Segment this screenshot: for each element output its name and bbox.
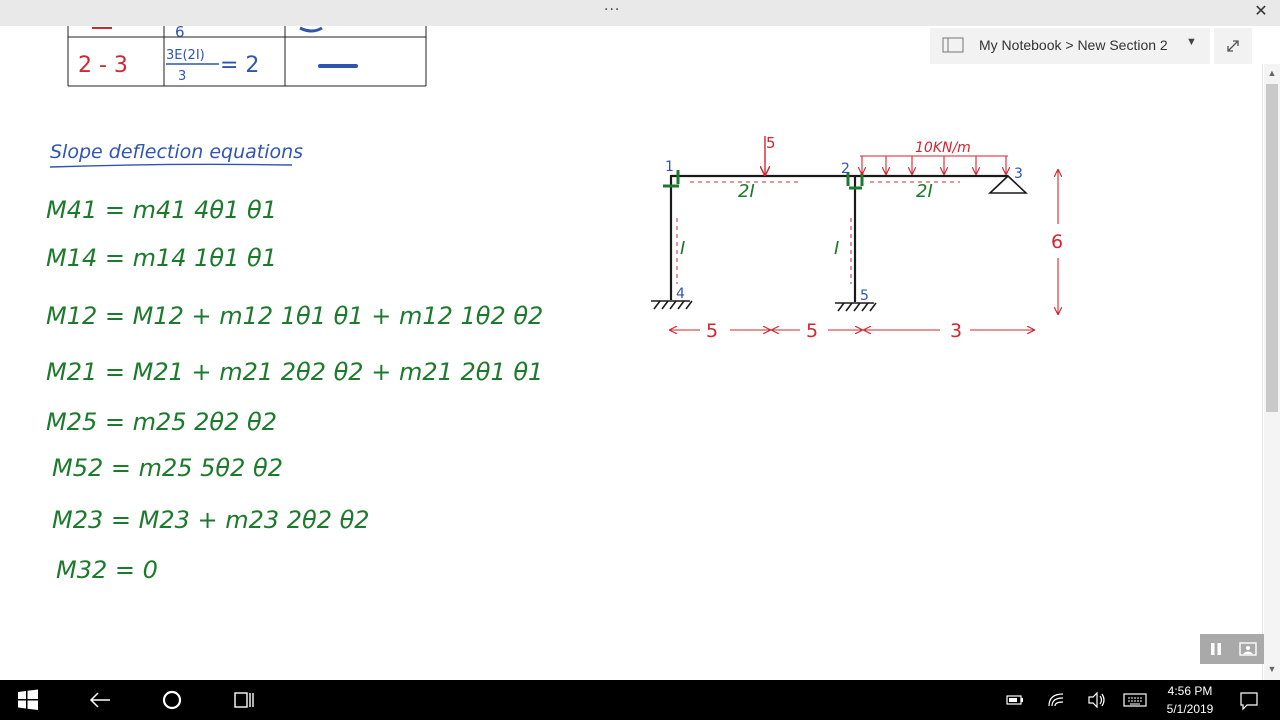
pane-divider (1262, 64, 1263, 680)
action-center-button[interactable] (1234, 680, 1264, 720)
notification-icon (1240, 692, 1258, 711)
windows-taskbar (0, 680, 1280, 720)
keyboard-status[interactable] (1120, 680, 1150, 720)
cortana-circle-icon (162, 690, 182, 710)
network-status[interactable] (1044, 680, 1070, 720)
clock-time[interactable]: 4:56 PM (1166, 684, 1214, 698)
joint-label: 2 (841, 161, 850, 177)
scroll-up-icon[interactable]: ▲ (1264, 64, 1280, 82)
cortana-button[interactable] (152, 680, 192, 720)
scrollbar-thumb[interactable] (1266, 84, 1278, 412)
table-formula-denominator: 3 (178, 69, 186, 84)
picture-button[interactable] (1233, 634, 1263, 664)
udl-label: 10KN/m (915, 140, 971, 156)
battery-status[interactable] (1002, 680, 1028, 720)
height-label: 6 (1051, 231, 1063, 253)
volume-status[interactable] (1084, 680, 1110, 720)
column-25-inertia: I (834, 238, 839, 259)
joint-label: 4 (676, 286, 685, 302)
pause-button[interactable] (1201, 634, 1231, 664)
start-button[interactable] (8, 680, 48, 720)
equation-line: M14 = m14 1θ1 θ1 (46, 244, 277, 272)
task-view-icon (234, 692, 254, 708)
joint-labels: 1 2 3 4 5 (665, 159, 1023, 304)
equation-line: M21 = M21 + m21 2θ2 θ2 + m21 2θ1 θ1 (46, 358, 543, 386)
fixed-support-4 (651, 300, 693, 310)
equation-list: M41 = m41 4θ1 θ1 M14 = m14 1θ1 θ1 M12 = … (46, 196, 543, 584)
battery-icon (1006, 695, 1023, 705)
span-label: 5 (806, 320, 818, 342)
wifi-icon (1048, 693, 1064, 707)
table-prev-blue-mark (299, 26, 323, 33)
keyboard-icon (1123, 693, 1147, 707)
equation-line: M23 = M23 + m23 2θ2 θ2 (52, 506, 370, 534)
back-arrow-icon (89, 692, 110, 708)
more-options-icon[interactable]: ··· (604, 2, 620, 18)
equation-line: M12 = M12 + m12 1θ1 θ1 + m12 1θ2 θ2 (46, 302, 543, 330)
equation-line: M32 = 0 (56, 556, 158, 584)
joint-label: 1 (665, 159, 674, 175)
table-member-label: 2 - 3 (78, 53, 128, 78)
windows-logo-icon (18, 689, 38, 710)
scroll-down-icon[interactable]: ▼ (1264, 660, 1280, 678)
note-canvas[interactable]: 6 2 - 3 3E(2I) 3 = 2 Slope deflection eq… (0, 26, 1262, 680)
beam-23-inertia: 2I (916, 181, 933, 202)
joint-label: 5 (860, 288, 869, 304)
clock-date[interactable]: 5/1/2019 (1160, 702, 1220, 716)
inertia-labels: 2I 2I I I (680, 181, 933, 259)
span-label: 3 (950, 320, 962, 342)
joint-label: 3 (1014, 166, 1023, 182)
equation-line: M25 = m25 2θ2 θ2 (46, 408, 277, 436)
task-view-button[interactable] (224, 680, 264, 720)
notes-heading: Slope deflection equations (50, 141, 303, 163)
notes-heading-underline (49, 163, 293, 168)
joint-markers (663, 170, 864, 190)
beam-12-inertia: 2I (738, 181, 755, 202)
media-control-panel (1200, 634, 1264, 664)
fixed-support-5 (835, 302, 877, 312)
picture-icon (1239, 642, 1257, 656)
window-title-bar: ··· ✕ (0, 0, 1280, 26)
close-icon[interactable]: ✕ (1248, 0, 1274, 24)
point-load-label: 5 (766, 134, 776, 152)
back-button[interactable] (80, 680, 120, 720)
span-label: 5 (706, 320, 718, 342)
equation-line: M52 = m25 5θ2 θ2 (52, 454, 283, 482)
speaker-icon (1088, 691, 1105, 709)
column-14-inertia: I (680, 238, 685, 259)
table-formula-numerator: 3E(2I) (166, 48, 205, 63)
table-prev-value: 6 (175, 26, 185, 41)
udl-arrows (860, 155, 1008, 174)
equation-line: M41 = m41 4θ1 θ1 (46, 196, 277, 224)
span-labels: 5 5 3 (706, 320, 962, 342)
pause-icon (1211, 643, 1221, 655)
table-formula-result: = 2 (220, 53, 259, 78)
frame-diagram: 5 10KN/m 2I 2I I I 1 2 3 4 5 5 5 3 6 (651, 134, 1063, 342)
